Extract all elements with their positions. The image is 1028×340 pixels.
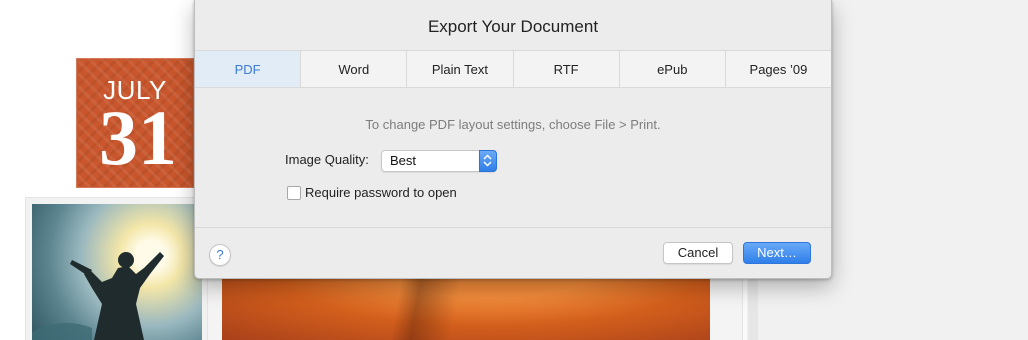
export-dialog: Export Your Document PDF Word Plain Text… — [194, 0, 832, 279]
dialog-title: Export Your Document — [427, 17, 599, 36]
desert-photo[interactable] — [208, 270, 742, 340]
format-tabs: PDF Word Plain Text RTF ePub Pages ’09 — [195, 50, 831, 88]
image-quality-label: Image Quality: — [285, 152, 369, 167]
dialog-divider — [195, 227, 831, 228]
cancel-button[interactable]: Cancel — [663, 242, 733, 264]
help-icon[interactable]: ? — [209, 244, 231, 266]
next-button[interactable]: Next… — [743, 242, 811, 264]
tab-plain-text[interactable]: Plain Text — [407, 51, 514, 87]
tab-pages-09[interactable]: Pages ’09 — [726, 51, 831, 87]
require-password-checkbox[interactable] — [287, 186, 301, 200]
surfer-silhouette — [32, 252, 164, 340]
tab-pdf[interactable]: PDF — [195, 51, 302, 87]
scrollbar[interactable] — [748, 270, 758, 340]
date-day: 31 — [99, 94, 177, 181]
pdf-layout-hint: To change PDF layout settings, choose Fi… — [365, 117, 661, 132]
tab-rtf[interactable]: RTF — [514, 51, 620, 87]
image-quality-select[interactable]: Best — [381, 150, 497, 172]
tab-word[interactable]: Word — [301, 51, 408, 87]
image-quality-value: Best — [390, 153, 417, 168]
tab-epub[interactable]: ePub — [620, 51, 726, 87]
date-badge: JULY 31 — [76, 58, 194, 188]
chevron-updown-icon — [479, 150, 497, 172]
surfer-photo[interactable] — [26, 198, 208, 340]
require-password-label[interactable]: Require password to open — [305, 185, 457, 200]
